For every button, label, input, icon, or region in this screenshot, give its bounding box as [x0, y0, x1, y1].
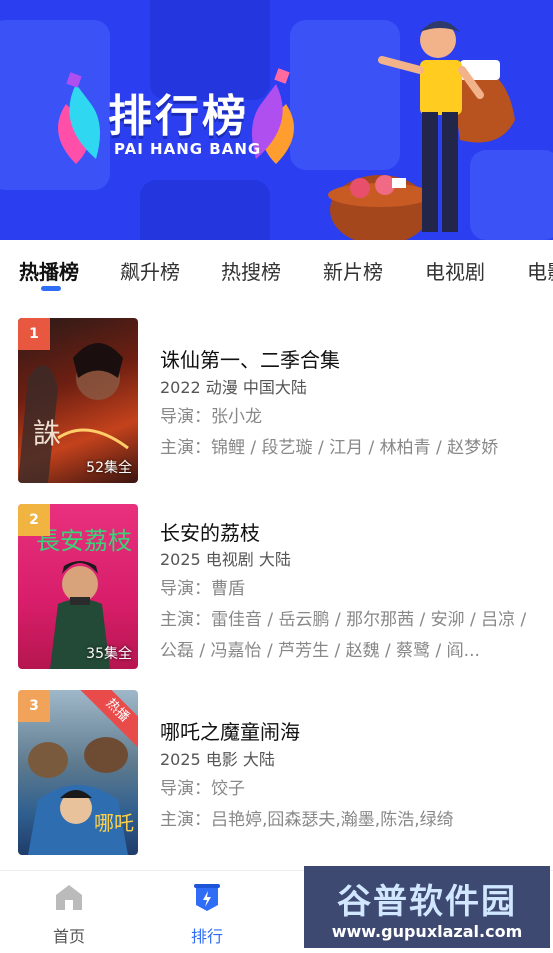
watermark-title: 谷普软件园 — [337, 882, 517, 922]
item-meta: 2025 电影 大陆 — [160, 750, 275, 769]
poster-image[interactable]: 誅 1 52集全 — [18, 318, 138, 483]
banner-decoration — [140, 180, 270, 240]
item-title[interactable]: 诛仙第一、二季合集 — [160, 344, 340, 373]
item-cast: 主演：雷佳音 / 岳云鹏 / 那尔那茜 / 安泖 / 吕凉 / 公磊 / 冯嘉怡… — [160, 610, 527, 661]
character-illustration-icon — [328, 21, 515, 240]
nav-ranking-label: 排行 — [190, 927, 223, 946]
rank-badge: 2 — [18, 504, 50, 536]
item-meta: 2022 动漫 中国大陆 — [160, 378, 307, 397]
rank-badge: 3 — [18, 690, 50, 722]
item-cast: 主演：吕艳婷,囧森瑟夫,瀚墨,陈浩,绿绮 — [160, 810, 454, 830]
list-item[interactable]: 哪吒 热播 3 哪吒之魔童闹海 2025 电影 大陆 导演：饺子 主演：吕艳婷,… — [0, 690, 553, 860]
tab-movie[interactable]: 电影 — [527, 256, 553, 285]
tab-hot-search[interactable]: 热搜榜 — [221, 256, 281, 285]
tab-tv-series[interactable]: 电视剧 — [425, 256, 485, 285]
item-title[interactable]: 长安的荔枝 — [160, 517, 260, 546]
item-title[interactable]: 哪吒之魔童闹海 — [160, 716, 300, 745]
poster-image[interactable]: 長安荔枝 2 35集全 — [18, 504, 138, 669]
banner-title: 排行榜 — [108, 91, 249, 142]
tab-active-indicator — [41, 286, 61, 291]
tab-new-release[interactable]: 新片榜 — [323, 256, 383, 285]
watermark: 谷普软件园 www.gupuxlazal.com — [304, 866, 550, 948]
svg-text:誅: 誅 — [33, 417, 61, 450]
nav-home-label: 首页 — [52, 927, 85, 946]
episode-count: 52集全 — [86, 460, 132, 476]
ranking-icon — [194, 884, 220, 911]
list-item[interactable]: 誅 1 52集全 诛仙第一、二季合集 2022 动漫 中国大陆 导演：张小龙 主… — [0, 318, 553, 488]
tab-rising[interactable]: 飙升榜 — [120, 256, 180, 285]
episode-count: 35集全 — [86, 646, 132, 662]
tab-hot-play[interactable]: 热播榜 — [19, 256, 79, 285]
svg-text:哪吒: 哪吒 — [94, 811, 134, 835]
rank-badge: 1 — [18, 318, 50, 350]
nav-ranking[interactable]: 排行 — [157, 871, 257, 953]
nav-home[interactable]: 首页 — [19, 871, 119, 953]
poster-image[interactable]: 哪吒 热播 3 — [18, 690, 138, 855]
item-director: 导演：张小龙 — [160, 407, 262, 427]
item-meta: 2025 电视剧 大陆 — [160, 550, 291, 569]
home-icon — [56, 885, 82, 910]
list-item[interactable]: 長安荔枝 2 35集全 长安的荔枝 2025 电视剧 大陆 导演：曹盾 主演：雷… — [0, 504, 553, 674]
svg-text:長安荔枝: 長安荔枝 — [36, 527, 132, 555]
banner-subtitle: PAI HANG BANG — [114, 140, 262, 158]
ranking-tabs: 热播榜 飙升榜 热搜榜 新片榜 电视剧 电影 — [0, 240, 553, 300]
item-cast: 主演：锦鲤 / 段艺璇 / 江月 / 林柏青 / 赵梦娇 — [160, 438, 499, 458]
item-director: 导演：曹盾 — [160, 579, 245, 599]
ranking-banner: 排行榜 PAI HANG BANG — [0, 0, 553, 240]
item-director: 导演：饺子 — [160, 779, 245, 799]
watermark-url: www.gupuxlazal.com — [331, 922, 523, 941]
